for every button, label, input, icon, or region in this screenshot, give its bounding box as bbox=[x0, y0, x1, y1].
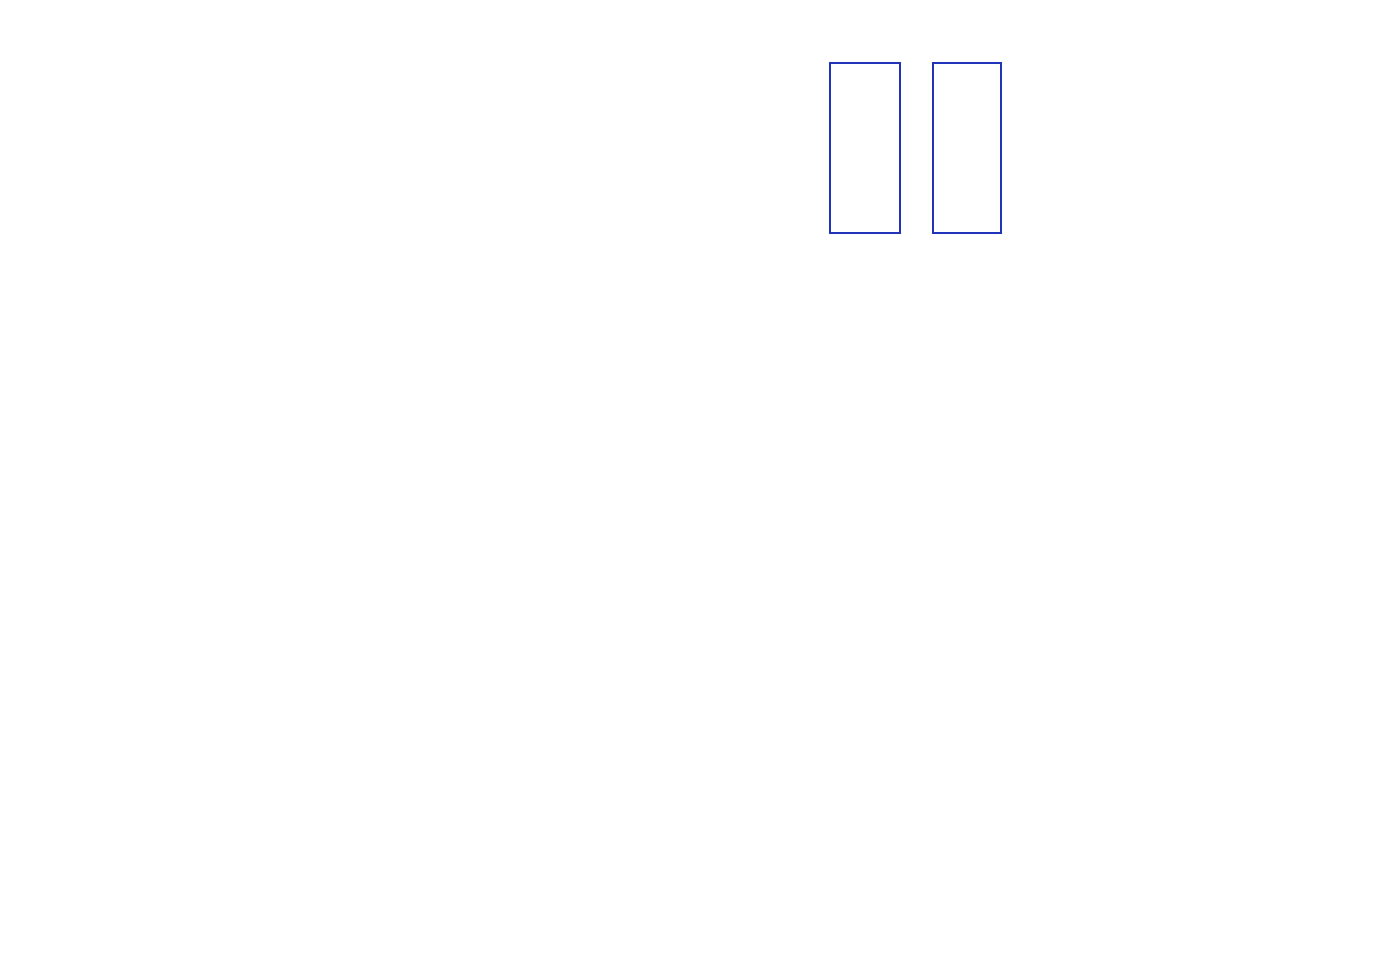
hsc-cutout-map bbox=[416, 526, 606, 706]
with-sky-image bbox=[831, 64, 899, 232]
clean-image bbox=[934, 64, 1000, 232]
elixer-report bbox=[0, 0, 1400, 953]
lineflux-map bbox=[231, 526, 421, 706]
with-sky-image-frame bbox=[829, 62, 901, 234]
fiber-positions-map bbox=[46, 526, 236, 706]
full-spectrum-chart bbox=[75, 338, 1305, 450]
line-fit-chart bbox=[1038, 46, 1306, 234]
clean-image-frame bbox=[932, 62, 1002, 234]
spec2d-cutouts bbox=[445, 28, 815, 254]
